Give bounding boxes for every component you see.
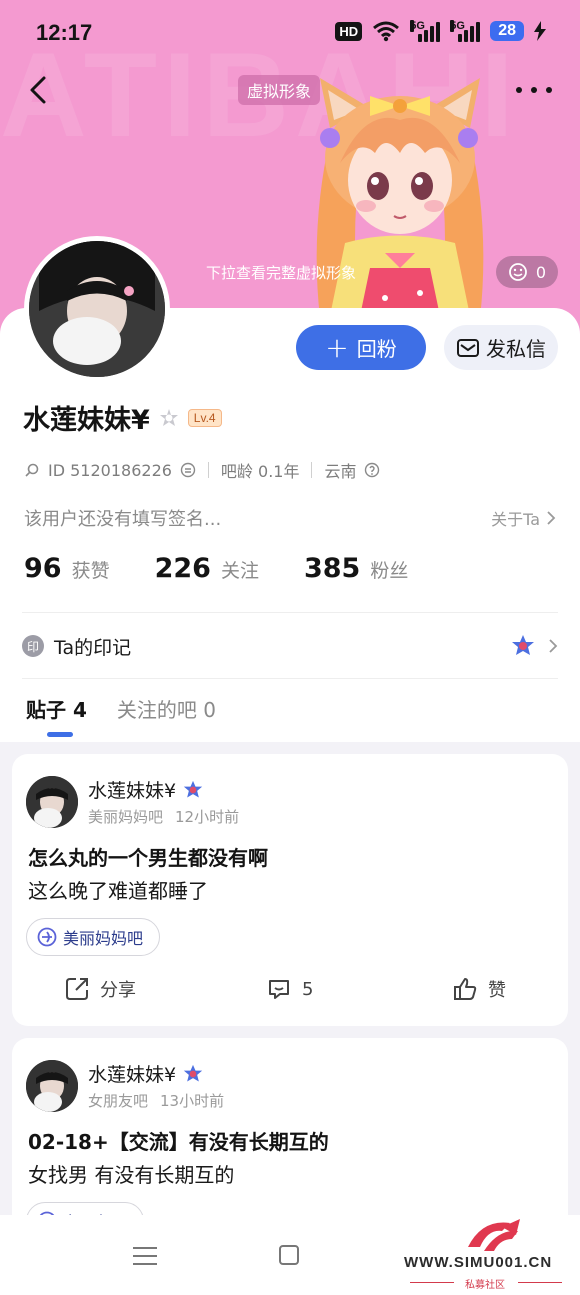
profile-tabs: 贴子 4 关注的吧 0: [26, 694, 216, 723]
user-id: ID 5120186226: [48, 460, 172, 480]
avatar-like-button[interactable]: 0: [496, 256, 558, 288]
search-icon: [25, 463, 39, 477]
stat-fans[interactable]: 385 粉丝: [304, 553, 408, 584]
status-time: 12:17: [36, 20, 93, 45]
forum-icon: [37, 927, 57, 947]
charging-icon: [534, 21, 546, 41]
post-time: 12小时前: [175, 808, 240, 826]
stat-likes[interactable]: 96 获赞: [24, 553, 110, 584]
private-message-button[interactable]: 发私信: [444, 325, 558, 370]
signature-text: 该用户还没有填写签名...: [24, 509, 222, 530]
username-row: 水莲妹妹¥ Lv.4: [23, 398, 222, 437]
more-options-icon[interactable]: [516, 78, 552, 102]
location: 云南: [324, 462, 357, 481]
status-bar: 12:17 HD 5G 5G 28: [0, 0, 580, 66]
post-meta: 美丽妈妈吧 12小时前: [88, 806, 239, 827]
back-icon[interactable]: [22, 72, 58, 108]
avatar-photo: [29, 241, 165, 377]
forum-chip[interactable]: 美丽妈妈吧: [26, 918, 161, 956]
marks-label: Ta的印记: [54, 636, 132, 659]
avatar-photo: [26, 776, 78, 828]
share-icon: [66, 978, 88, 1000]
home-icon[interactable]: [279, 1245, 299, 1265]
divider: [22, 612, 558, 613]
help-icon[interactable]: [364, 462, 380, 478]
post-forum[interactable]: 美丽妈妈吧: [88, 806, 163, 827]
seal-icon: 印: [22, 635, 44, 657]
recent-apps-icon[interactable]: [133, 1247, 157, 1265]
watermark-rule: [410, 1282, 454, 1283]
signal-icon: 5G: [450, 20, 481, 42]
like-button[interactable]: 赞: [452, 976, 506, 1002]
post-author[interactable]: 水莲妹妹¥: [88, 776, 204, 803]
watermark-subtitle: 私募社区: [465, 1280, 505, 1291]
post-card[interactable]: 水莲妹妹¥ 女朋友吧 13小时前 02-18+【交流】有没有长期互的 女找男 有…: [12, 1038, 568, 1240]
post-author-avatar[interactable]: [26, 1060, 78, 1112]
watermark-url: WWW.SIMU001.CN: [404, 1254, 553, 1271]
wifi-icon: [373, 21, 400, 42]
hd-icon: HD: [335, 21, 363, 41]
rank-badge-icon: [512, 635, 534, 655]
post-forum[interactable]: 女朋友吧: [88, 1090, 148, 1111]
tab-followed-bars[interactable]: 关注的吧 0: [117, 694, 216, 723]
comment-button[interactable]: 5: [266, 976, 313, 1002]
profile-avatar[interactable]: [24, 236, 170, 382]
about-link[interactable]: 关于Ta: [491, 506, 556, 530]
post-body[interactable]: 女找男 有没有长期互的: [28, 1159, 234, 1188]
crown-badge-icon[interactable]: [158, 407, 180, 429]
battery-icon: 28: [490, 21, 524, 41]
follow-back-button[interactable]: + 回粉: [296, 325, 426, 370]
avatar-like-count: 0: [535, 262, 547, 282]
profile-meta: ID 5120186226 吧龄 0.1年 云南: [24, 458, 380, 482]
signature-row: 该用户还没有填写签名... 关于Ta: [24, 505, 556, 531]
rank-badge-icon: [183, 780, 203, 797]
chevron-right-icon: [547, 511, 556, 525]
thumbs-up-icon: [454, 978, 477, 1000]
level-badge[interactable]: Lv.4: [187, 408, 222, 427]
signal-icon: 5G: [410, 20, 441, 42]
post-author[interactable]: 水莲妹妹¥: [88, 1060, 204, 1087]
share-button[interactable]: 分享: [64, 976, 136, 1002]
chevron-right-icon: [549, 639, 558, 653]
status-icons: HD 5G 5G 28: [335, 20, 546, 42]
avatar-photo: [26, 1060, 78, 1112]
copy-icon[interactable]: [180, 462, 196, 478]
mail-icon: [457, 338, 479, 357]
marks-row[interactable]: 印 Ta的印记: [22, 628, 558, 664]
post-time: 13小时前: [160, 1092, 225, 1110]
smile-icon: [509, 263, 527, 281]
comment-icon: [269, 980, 289, 999]
marks-badges: [510, 634, 558, 658]
stat-following[interactable]: 226 关注: [155, 553, 259, 584]
post-meta: 女朋友吧 13小时前: [88, 1090, 224, 1111]
post-title[interactable]: 02-18+【交流】有没有长期互的: [28, 1126, 329, 1155]
tab-posts[interactable]: 贴子 4: [26, 694, 87, 723]
marks-label-group: 印 Ta的印记: [22, 633, 131, 660]
post-card[interactable]: 水莲妹妹¥ 美丽妈妈吧 12小时前 怎么丸的一个男生都没有啊 这么晚了难道都睡了…: [12, 754, 568, 1026]
post-author-avatar[interactable]: [26, 776, 78, 828]
watermark-rule: [518, 1282, 562, 1283]
tab-indicator: [47, 732, 73, 737]
post-body[interactable]: 这么晚了难道都睡了: [28, 875, 208, 904]
plus-icon: +: [325, 330, 349, 364]
username: 水莲妹妹¥: [23, 405, 150, 436]
bar-age: 吧龄 0.1年: [220, 462, 300, 481]
pull-hint-text: 下拉查看完整虚拟形象: [206, 264, 357, 282]
post-title[interactable]: 怎么丸的一个男生都没有啊: [28, 842, 268, 871]
stats-row: 96 获赞 226 关注 385 粉丝: [24, 553, 453, 584]
rank-badge-icon: [183, 1064, 203, 1081]
divider: [22, 678, 558, 679]
virtual-avatar-tag[interactable]: 虚拟形象: [238, 75, 321, 105]
virtual-avatar-illustration[interactable]: [290, 68, 510, 340]
